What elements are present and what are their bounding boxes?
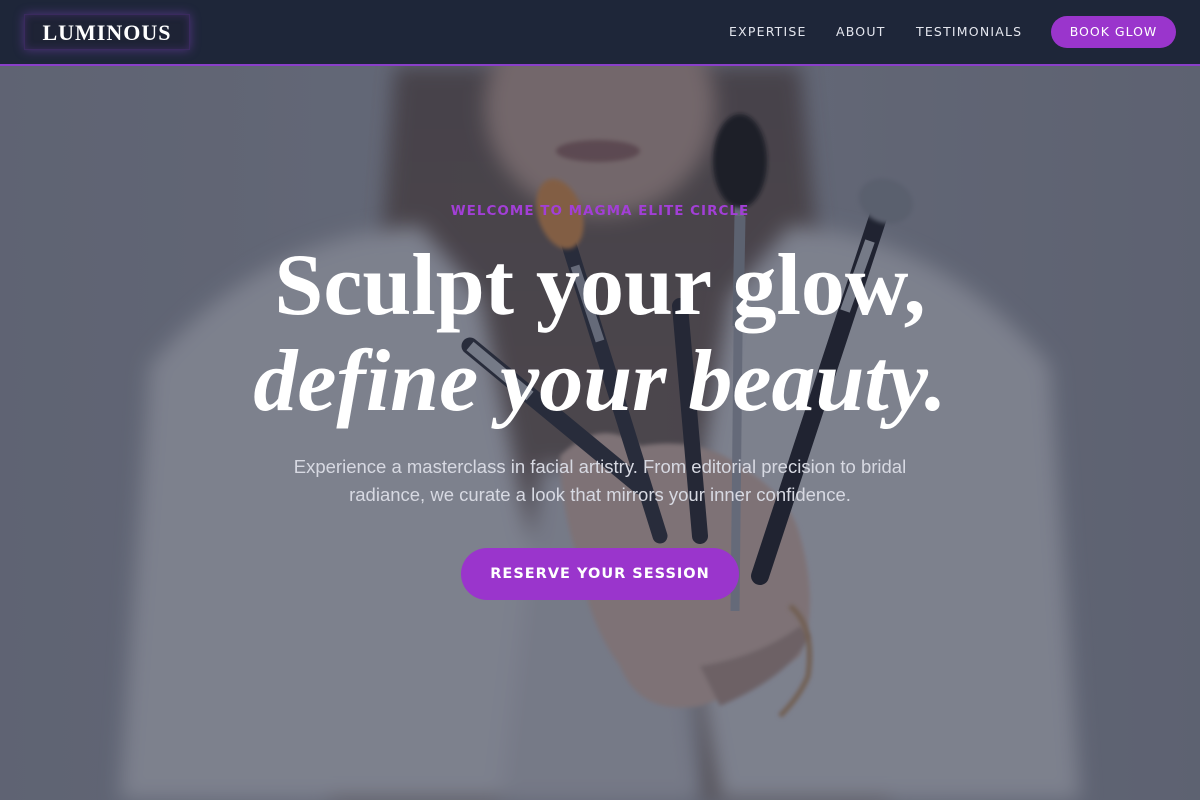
nav-link-expertise[interactable]: EXPERTISE bbox=[729, 24, 807, 39]
nav-link-about[interactable]: ABOUT bbox=[836, 24, 886, 39]
brand-logo[interactable]: LUMINOUS bbox=[24, 14, 190, 50]
hero-subtext: Experience a masterclass in facial artis… bbox=[293, 456, 907, 505]
hero-headline-line1: Sculpt your glow, bbox=[274, 237, 926, 334]
nav-link-testimonials[interactable]: TESTIMONIALS bbox=[916, 24, 1022, 39]
hero-headline-line2: define your beauty. bbox=[253, 333, 947, 430]
reserve-session-button[interactable]: RESERVE YOUR SESSION bbox=[461, 548, 739, 600]
book-glow-button[interactable]: BOOK GLOW bbox=[1051, 16, 1176, 48]
hero-section: WELCOME TO MAGMA ELITE CIRCLE Sculpt you… bbox=[0, 66, 1200, 800]
hero-eyebrow: WELCOME TO MAGMA ELITE CIRCLE bbox=[450, 203, 750, 219]
hero-overlay bbox=[0, 66, 1200, 800]
top-navbar: LUMINOUS EXPERTISE ABOUT TESTIMONIALS BO… bbox=[0, 0, 1200, 66]
